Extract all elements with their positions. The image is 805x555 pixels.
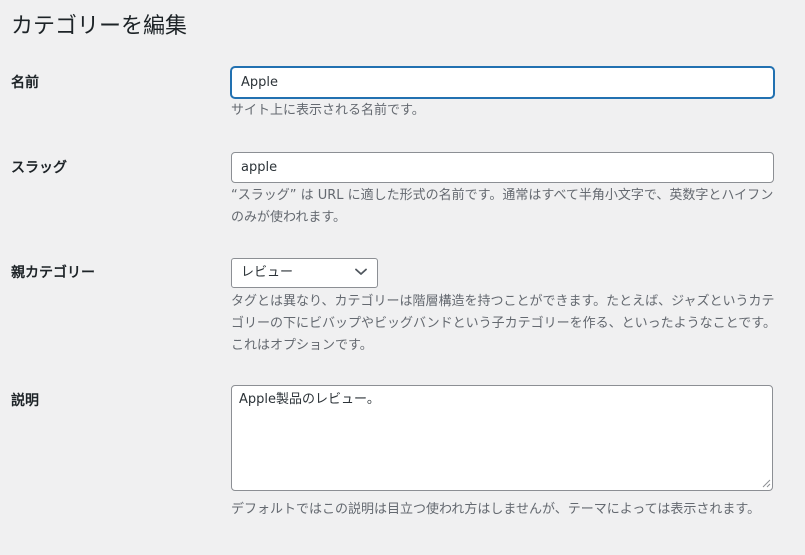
resize-handle-icon[interactable] bbox=[762, 479, 771, 488]
chevron-down-icon bbox=[355, 268, 367, 275]
description-textarea[interactable]: Apple製品のレビュー。 bbox=[231, 385, 773, 491]
description-field-description: デフォルトではこの説明は目立つ使われ方はしませんが、テーマによっては表示されます… bbox=[231, 502, 761, 517]
parent-category-description: タグとは異なり、カテゴリーは階層構造を持つことができます。たとえば、ジャズという… bbox=[231, 294, 776, 353]
parent-category-selected-value: レビュー bbox=[241, 265, 294, 280]
description-label: 説明 bbox=[11, 393, 39, 409]
name-description: サイト上に表示される名前です。 bbox=[231, 103, 425, 118]
slug-description: “スラッグ” は URL に適した形式の名前です。通常はすべて半角小文字で、英数… bbox=[231, 188, 774, 225]
parent-category-label: 親カテゴリー bbox=[11, 265, 95, 281]
name-label: 名前 bbox=[11, 75, 39, 91]
name-input[interactable] bbox=[231, 67, 774, 98]
slug-input[interactable] bbox=[231, 152, 774, 183]
slug-label: スラッグ bbox=[11, 160, 67, 176]
parent-category-select[interactable]: レビュー bbox=[231, 258, 378, 288]
page-title: カテゴリーを編集 bbox=[11, 14, 188, 39]
